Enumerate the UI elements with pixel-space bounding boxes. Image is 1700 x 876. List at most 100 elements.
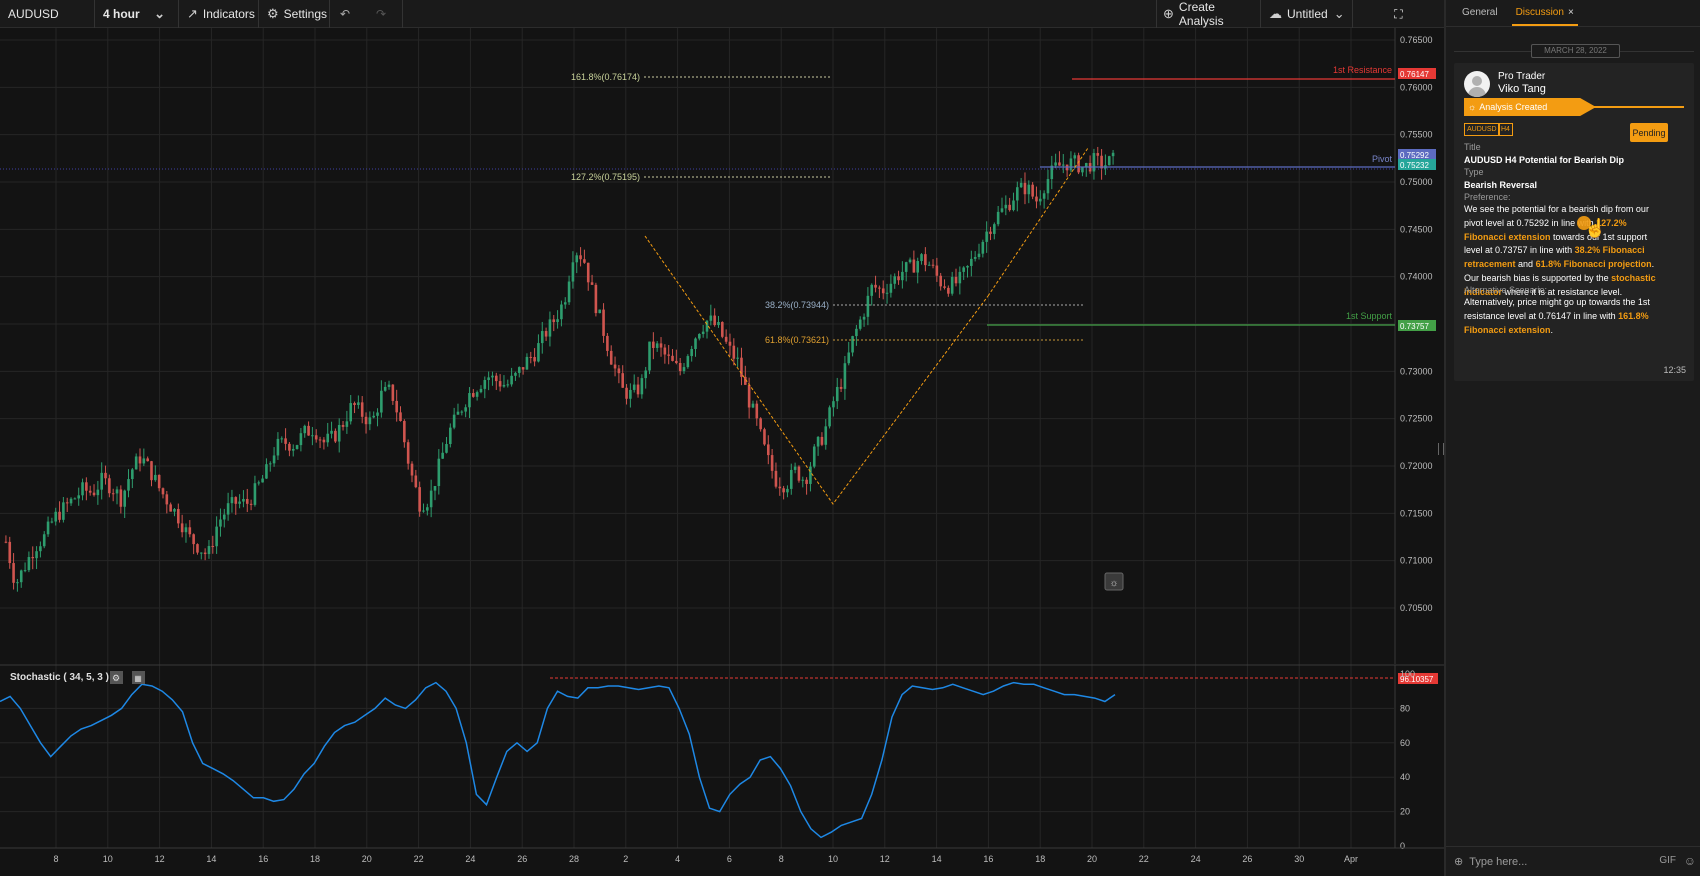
pivot-price: 0.75292 — [1400, 151, 1429, 160]
time-tick: 12 — [880, 854, 890, 864]
candle-body — [341, 424, 345, 427]
avatar[interactable] — [1464, 71, 1490, 97]
undo-button[interactable]: ↶ — [330, 0, 360, 28]
fib-projection-link[interactable]: 61.8% Fibonacci projection — [1536, 259, 1652, 269]
candle-body — [789, 469, 793, 489]
candle-body — [544, 331, 548, 337]
candle-body — [303, 425, 307, 434]
candle-body — [1050, 165, 1054, 180]
pivot-label: Pivot — [1372, 154, 1393, 164]
candle-body — [475, 392, 479, 397]
candle-body — [747, 384, 751, 408]
time-tick: 18 — [1035, 854, 1045, 864]
settings-button[interactable]: ⚙ Settings — [259, 0, 330, 28]
candle-body — [311, 435, 314, 437]
candle-body — [422, 510, 425, 512]
candle-body — [667, 354, 670, 356]
candle-body — [809, 466, 812, 484]
candle-body — [230, 497, 234, 504]
timeframe-tag[interactable]: H4 — [1498, 123, 1513, 136]
candle-body — [234, 497, 238, 504]
title-label: Title — [1464, 142, 1481, 152]
stoch-tick: 60 — [1400, 738, 1410, 748]
candle-body — [39, 546, 42, 552]
candle-body — [445, 444, 448, 453]
candle-body — [1035, 196, 1038, 202]
candle-body — [629, 389, 632, 399]
candle-body — [77, 495, 81, 499]
candle-body — [663, 347, 667, 355]
candle-body — [1000, 208, 1004, 212]
candle-body — [157, 474, 161, 489]
candle-body — [383, 386, 387, 391]
price-chart[interactable]: 0.76500 0.76000 0.75500 0.75000 0.74500 0.740… — [0, 28, 1444, 876]
candle-body — [42, 534, 46, 547]
candle-body — [931, 264, 935, 266]
candle-body — [215, 526, 218, 547]
panel-resize-handle[interactable] — [1438, 443, 1444, 455]
gif-button[interactable]: GIF — [1659, 855, 1676, 866]
candle-body — [380, 390, 383, 413]
indicators-button[interactable]: ↗ Indicators — [179, 0, 259, 28]
emoji-icon[interactable]: ☺ — [1684, 854, 1696, 868]
candle-body — [797, 466, 801, 481]
candle-body — [1054, 162, 1057, 166]
candle-body — [184, 527, 188, 533]
message-input[interactable] — [1469, 855, 1640, 868]
time-tick: 26 — [1242, 854, 1252, 864]
candle-body — [724, 336, 728, 342]
tab-general[interactable]: General — [1458, 7, 1502, 26]
close-icon[interactable]: × — [1568, 7, 1574, 18]
time-tick: 26 — [517, 854, 527, 864]
pending-badge[interactable]: Pending — [1630, 123, 1668, 142]
resistance-price: 0.76147 — [1400, 70, 1429, 79]
candle-body — [533, 357, 536, 362]
redo-button[interactable]: ↷ — [360, 0, 403, 28]
interval-dropdown[interactable]: 4 hour ⌄ — [95, 0, 179, 28]
candle-body — [514, 372, 517, 376]
candle-body — [169, 504, 172, 512]
symbol-selector[interactable]: AUDUSD — [0, 0, 95, 28]
fullscreen-button[interactable]: ⛶ — [1353, 0, 1444, 28]
candle-body — [479, 388, 483, 393]
candle-body — [219, 519, 222, 527]
candle-body — [594, 284, 598, 314]
candle-body — [954, 276, 958, 284]
message-time: 12:35 — [1663, 365, 1686, 375]
settings-label: Settings — [283, 7, 328, 21]
candle-body — [1107, 156, 1111, 166]
candle-body — [1023, 182, 1027, 195]
resistance-label: 1st Resistance — [1333, 65, 1392, 75]
candle-body — [805, 479, 808, 484]
author-name[interactable]: Viko Tang — [1498, 83, 1546, 95]
candle-body — [866, 295, 870, 317]
candle-body — [406, 442, 410, 464]
candle-body — [395, 400, 398, 413]
candle-body — [12, 563, 15, 583]
trading-app: AUDUSD 4 hour ⌄ ↗ Indicators ⚙ Settings ↶ ↷… — [0, 0, 1700, 876]
attach-icon[interactable]: ⊕ — [1454, 855, 1463, 868]
candle-body — [81, 482, 84, 496]
candle-body — [35, 551, 38, 559]
symbol-tag[interactable]: AUDUSD — [1464, 123, 1500, 136]
candle-body — [966, 265, 969, 268]
plus-circle-icon: ⊕ — [1163, 6, 1174, 21]
candle-body — [1004, 204, 1008, 209]
price-tick: 0.76500 — [1400, 35, 1433, 45]
tab-discussion[interactable]: Discussion × — [1511, 7, 1578, 26]
candle-body — [360, 402, 364, 417]
fib-1272-label: 127.2%(0.75195) — [571, 172, 640, 182]
candle-body — [314, 435, 318, 440]
undo-icon: ↶ — [339, 7, 351, 21]
time-tick: 8 — [53, 854, 58, 864]
candle-body — [648, 341, 651, 371]
candle-body — [575, 255, 579, 263]
layout-dropdown[interactable]: ☁ Untitled ⌄ — [1261, 0, 1353, 28]
candle-body — [1096, 153, 1100, 156]
stoch-tick: 0 — [1400, 841, 1405, 851]
candle-body — [441, 452, 444, 459]
hand-cursor-icon: ☝ — [1584, 218, 1607, 238]
create-analysis-button[interactable]: ⊕ Create Analysis — [1156, 0, 1261, 28]
candle-body — [127, 479, 130, 491]
candle-body — [709, 315, 713, 321]
